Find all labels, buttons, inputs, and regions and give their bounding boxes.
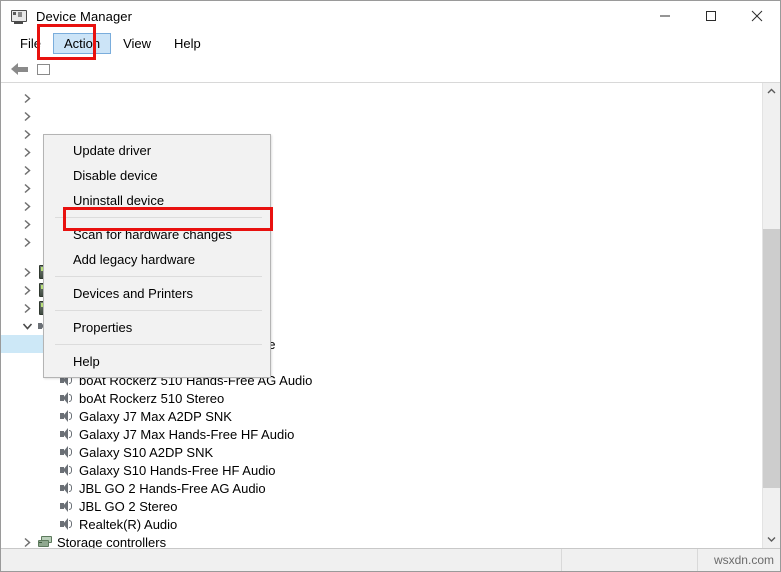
menu-view[interactable]: View <box>112 33 162 54</box>
tree-row[interactable]: Galaxy J7 Max A2DP SNK <box>1 407 762 425</box>
status-pane-2 <box>562 549 698 571</box>
chevron-right-icon[interactable] <box>19 303 36 314</box>
speaker-icon <box>58 390 75 406</box>
vertical-scrollbar[interactable] <box>762 83 780 548</box>
chevron-right-icon[interactable] <box>19 147 36 158</box>
menu-separator <box>55 276 262 277</box>
tree-row-label: Galaxy J7 Max Hands-Free HF Audio <box>79 426 295 442</box>
menu-item-disable-device[interactable]: Disable device <box>44 163 270 188</box>
chevron-right-icon[interactable] <box>19 165 36 176</box>
chevron-right-icon[interactable] <box>19 537 36 548</box>
status-bar: wsxdn.com <box>1 548 780 571</box>
content-area: Security devicesSoftware componentsSoftw… <box>1 83 780 548</box>
chevron-right-icon[interactable] <box>19 237 36 248</box>
tree-row[interactable]: JBL GO 2 Hands-Free AG Audio <box>1 479 762 497</box>
tree-row-hidden[interactable] <box>1 89 762 107</box>
status-pane-3: wsxdn.com <box>698 553 780 567</box>
speaker-icon <box>58 498 75 514</box>
menu-separator <box>55 310 262 311</box>
maximize-button[interactable] <box>688 1 734 31</box>
tree-row-label: Realtek(R) Audio <box>79 516 178 532</box>
menu-bar: File Action View Help <box>1 24 780 60</box>
device-manager-icon <box>10 8 28 24</box>
tree-row-label: Galaxy S10 Hands-Free HF Audio <box>79 462 276 478</box>
menu-item-devices-and-printers[interactable]: Devices and Printers <box>44 281 270 306</box>
minimize-button[interactable] <box>642 1 688 31</box>
chevron-down-icon[interactable] <box>19 322 36 331</box>
speaker-icon <box>58 480 75 496</box>
scrollbar-track[interactable] <box>763 100 780 531</box>
scrollbar-thumb[interactable] <box>763 229 780 488</box>
tree-row[interactable]: Realtek(R) Audio <box>1 515 762 533</box>
tree-row[interactable]: Galaxy J7 Max Hands-Free HF Audio <box>1 425 762 443</box>
window-controls <box>642 1 780 31</box>
tree-row[interactable]: JBL GO 2 Stereo <box>1 497 762 515</box>
storage-icon <box>36 534 53 548</box>
chevron-right-icon[interactable] <box>19 93 36 104</box>
tree-row-hidden[interactable] <box>1 107 762 125</box>
speaker-icon <box>58 462 75 478</box>
speaker-icon <box>58 426 75 442</box>
speaker-icon <box>58 408 75 424</box>
tree-row[interactable]: Galaxy S10 A2DP SNK <box>1 443 762 461</box>
scroll-down-button[interactable] <box>763 531 780 548</box>
window-title: Device Manager <box>36 8 133 24</box>
menu-item-update-driver[interactable]: Update driver <box>44 138 270 163</box>
tree-row-label: JBL GO 2 Hands-Free AG Audio <box>79 480 266 496</box>
menu-separator <box>55 344 262 345</box>
device-manager-window: Device Manager File Action View Help boA… <box>0 0 781 572</box>
menu-item-help[interactable]: Help <box>44 349 270 374</box>
chevron-right-icon[interactable] <box>19 183 36 194</box>
speaker-icon <box>58 444 75 460</box>
action-dropdown-menu[interactable]: Update driver Disable device Uninstall dev… <box>43 134 271 378</box>
chevron-right-icon[interactable] <box>19 219 36 230</box>
menu-item-properties[interactable]: Properties <box>44 315 270 340</box>
speaker-icon <box>58 516 75 532</box>
status-pane-1 <box>1 549 562 571</box>
tree-row-label: Galaxy J7 Max A2DP SNK <box>79 408 232 424</box>
tree-row-label: Storage controllers <box>57 534 167 549</box>
chevron-right-icon[interactable] <box>19 267 36 278</box>
toolbar <box>1 56 780 83</box>
menu-help[interactable]: Help <box>163 33 212 54</box>
scroll-up-button[interactable] <box>763 83 780 100</box>
watermark: wsxdn.com <box>713 553 774 567</box>
back-arrow-icon[interactable] <box>8 59 30 79</box>
title-bar: Device Manager <box>1 1 780 31</box>
chevron-right-icon[interactable] <box>19 111 36 122</box>
chevron-right-icon[interactable] <box>19 285 36 296</box>
chevron-right-icon[interactable] <box>19 201 36 212</box>
menu-item-add-legacy-hardware[interactable]: Add legacy hardware <box>44 247 270 272</box>
action-menu-highlight-box <box>37 24 96 60</box>
tree-row[interactable]: Storage controllers <box>1 533 762 548</box>
tree-row[interactable]: boAt Rockerz 510 Stereo <box>1 389 762 407</box>
tree-row-label: Galaxy S10 A2DP SNK <box>79 444 214 460</box>
tree-row-label: boAt Rockerz 510 Stereo <box>79 390 225 406</box>
chevron-right-icon[interactable] <box>19 129 36 140</box>
tree-row-label: JBL GO 2 Stereo <box>79 498 178 514</box>
scan-hardware-highlight-box <box>63 207 273 231</box>
window-icon[interactable] <box>32 59 54 79</box>
tree-row[interactable]: Galaxy S10 Hands-Free HF Audio <box>1 461 762 479</box>
close-button[interactable] <box>734 1 780 31</box>
